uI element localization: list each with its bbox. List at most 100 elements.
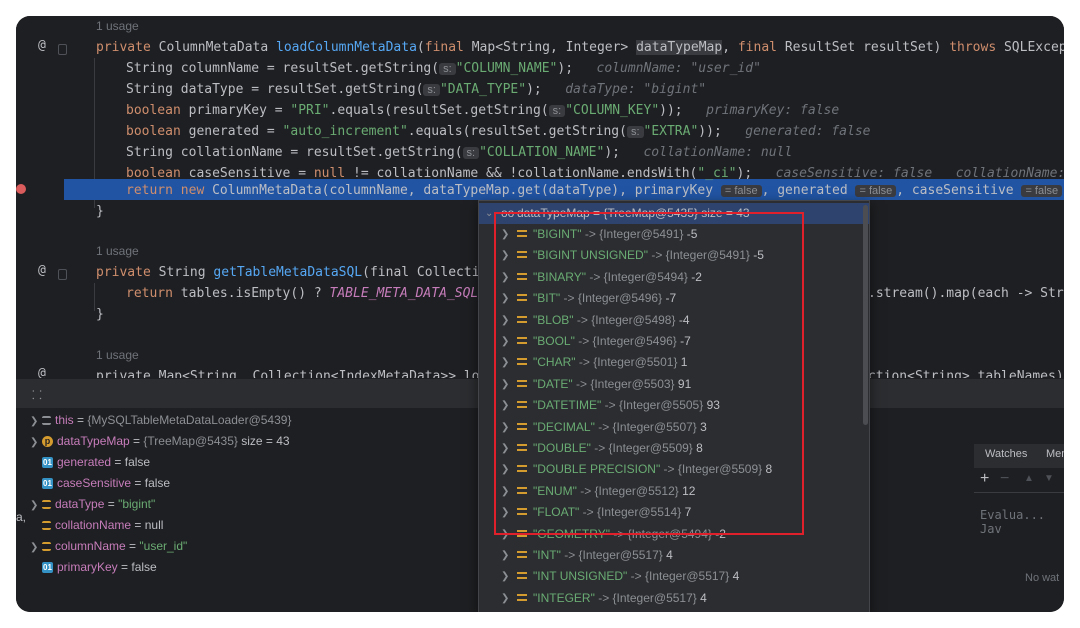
expand-arrow-icon[interactable]: ❯: [501, 267, 509, 288]
map-entry-row[interactable]: ❯ "BIT" -> {Integer@5496} -7: [479, 288, 869, 309]
map-entry-row[interactable]: ❯ "INT" -> {Integer@5517} 4: [479, 545, 869, 566]
map-entry-row[interactable]: ❯ "DATETIME" -> {Integer@5505} 93: [479, 395, 869, 416]
map-entry-text: "BLOB" -> {Integer@5498} -4: [533, 312, 690, 327]
map-entry-text: "DATE" -> {Integer@5503} 91: [533, 376, 692, 391]
map-entry-key: "BIGINT UNSIGNED": [533, 248, 648, 263]
expand-arrow-icon[interactable]: ❯: [501, 459, 509, 480]
override-annotation-icon[interactable]: @: [38, 263, 46, 278]
map-entry-row[interactable]: ❯ "BIGINT" -> {Integer@5491} -5: [479, 224, 869, 245]
map-entry-text: "FLOAT" -> {Integer@5514} 7: [533, 505, 692, 520]
expand-arrow-icon[interactable]: ❯: [30, 432, 42, 453]
map-entry-value: -5: [683, 227, 698, 241]
collapse-arrow-icon[interactable]: ⌄: [485, 203, 493, 224]
variable-inspect-popup[interactable]: ⌄ oo dataTypeMap = {TreeMap@5435} size =…: [478, 200, 870, 612]
map-entry-key: "DOUBLE PRECISION": [533, 462, 661, 477]
variable-row[interactable]: collationName = null: [42, 515, 163, 536]
map-entry-row[interactable]: ❯ "BOOL" -> {Integer@5496} -7: [479, 331, 869, 352]
expand-arrow-icon[interactable]: ❯: [501, 288, 509, 309]
map-entry-value: 91: [674, 376, 692, 391]
expand-arrow-icon[interactable]: ❯: [501, 374, 509, 395]
fold-icon[interactable]: [58, 269, 67, 280]
expand-arrow-icon[interactable]: ❯: [30, 537, 42, 558]
remove-watch-icon[interactable]: −: [1000, 470, 1009, 488]
map-entry-icon: [517, 401, 527, 409]
variable-row[interactable]: ❯ columnName = "user_id": [30, 536, 187, 557]
map-entry-text: "INT" -> {Integer@5517} 4: [533, 548, 673, 562]
map-entry-value: 4: [729, 569, 740, 584]
map-entry-row[interactable]: ❯ "DOUBLE PRECISION" -> {Integer@5509} 8: [479, 459, 869, 480]
expand-arrow-icon[interactable]: ❯: [501, 502, 509, 523]
map-entry-row[interactable]: ❯ "FLOAT" -> {Integer@5514} 7: [479, 502, 869, 523]
usage-hint[interactable]: 1 usage: [96, 16, 139, 37]
map-entry-row[interactable]: ❯ "DECIMAL" -> {Integer@5507} 3: [479, 417, 869, 438]
map-entry-object: {Integer@5509}: [608, 441, 693, 455]
map-entry-row[interactable]: ❯ "CHAR" -> {Integer@5501} 1: [479, 352, 869, 373]
add-watch-icon[interactable]: +: [980, 470, 989, 488]
map-entry-value: 8: [762, 462, 773, 477]
map-entry-text: "BOOL" -> {Integer@5496} -7: [533, 334, 691, 348]
variable-row[interactable]: ❯ dataType = "bigint": [30, 494, 155, 515]
expand-arrow-icon[interactable]: ❯: [501, 331, 509, 352]
expand-arrow-icon[interactable]: ❯: [501, 417, 509, 438]
override-annotation-icon[interactable]: @: [38, 38, 46, 53]
expand-arrow-icon[interactable]: ❯: [30, 411, 42, 432]
popup-scrollbar[interactable]: [863, 205, 868, 425]
expand-arrow-icon[interactable]: ❯: [501, 524, 509, 545]
expand-arrow-icon[interactable]: ❯: [501, 481, 509, 502]
map-entry-row[interactable]: ❯ "DOUBLE" -> {Integer@5509} 8: [479, 438, 869, 459]
code-line: }: [96, 307, 104, 322]
map-entry-value: 93: [703, 398, 720, 413]
expand-arrow-icon[interactable]: ❯: [501, 395, 509, 416]
map-entry-value: -4: [675, 312, 690, 327]
variable-row[interactable]: 01 caseSensitive = false: [42, 473, 170, 494]
evaluate-input[interactable]: Evalua... Jav: [980, 508, 1064, 536]
map-entry-row[interactable]: ❯ "DATE" -> {Integer@5503} 91: [479, 374, 869, 395]
expand-arrow-icon[interactable]: ❯: [501, 438, 509, 459]
map-entry-row[interactable]: ❯ "BIGINT UNSIGNED" -> {Integer@5491} -5: [479, 245, 869, 266]
variable-row[interactable]: ❯ this = {MySQLTableMetaDataLoader@5439}: [30, 410, 291, 431]
map-entry-text: "CHAR" -> {Integer@5501} 1: [533, 355, 688, 370]
frames-icon[interactable]: ⸬: [32, 386, 42, 403]
move-up-icon[interactable]: ▲: [1024, 473, 1034, 484]
map-entry-icon: [517, 251, 527, 259]
map-entry-row[interactable]: ❯ "BINARY" -> {Integer@5494} -2: [479, 267, 869, 288]
watch-infinity-icon: oo: [501, 206, 515, 220]
tab-watches[interactable]: Watches: [985, 448, 1027, 460]
popup-header-row[interactable]: ⌄ oo dataTypeMap = {TreeMap@5435} size =…: [479, 203, 869, 224]
expand-arrow-icon[interactable]: ❯: [501, 224, 509, 245]
expand-arrow-icon[interactable]: ❯: [501, 245, 509, 266]
map-entry-object: {Integer@5491}: [665, 248, 750, 263]
map-entry-object: {Integer@5498}: [591, 312, 676, 327]
map-entry-row[interactable]: ❯ "GEOMETRY" -> {Integer@5494} -2: [479, 524, 869, 545]
tab-memory[interactable]: Mem: [1046, 448, 1064, 460]
breakpoint-icon[interactable]: [16, 184, 26, 194]
fold-icon[interactable]: [58, 44, 67, 55]
variable-row[interactable]: ❯ p dataTypeMap = {TreeMap@5435} size = 43: [30, 431, 290, 452]
map-entry-row[interactable]: ❯ "INTEGER" -> {Integer@5517} 4: [479, 588, 869, 609]
expand-arrow-icon[interactable]: ❯: [501, 545, 509, 566]
map-entry-value: 3: [696, 419, 707, 434]
map-entry-key: "DOUBLE": [533, 441, 591, 455]
map-entry-row[interactable]: ❯ "BLOB" -> {Integer@5498} -4: [479, 310, 869, 331]
variable-row[interactable]: 01 primaryKey = false: [42, 557, 157, 578]
expand-arrow-icon[interactable]: ❯: [501, 310, 509, 331]
move-down-icon[interactable]: ▼: [1044, 473, 1054, 484]
map-entry-key: "BOOL": [533, 334, 575, 348]
usage-hint[interactable]: 1 usage: [96, 345, 139, 366]
variable-row[interactable]: 01 generated = false: [42, 452, 150, 473]
variables-panel: a, ❯ this = {MySQLTableMetaDataLoader@543…: [16, 408, 478, 612]
expand-arrow-icon[interactable]: ❯: [501, 588, 509, 609]
map-entry-row[interactable]: ❯ "INT UNSIGNED" -> {Integer@5517} 4: [479, 566, 869, 587]
map-entry-object: {Integer@5505}: [618, 398, 704, 413]
map-entry-icon: [517, 529, 527, 537]
string-icon: [42, 542, 51, 552]
usage-hint[interactable]: 1 usage: [96, 241, 139, 262]
override-annotation-icon[interactable]: @: [38, 366, 46, 378]
expand-arrow-icon[interactable]: ❯: [501, 352, 509, 373]
string-icon: [42, 500, 51, 510]
expand-arrow-icon[interactable]: ❯: [30, 495, 42, 516]
map-entry-row[interactable]: ❯ "ENUM" -> {Integer@5512} 12: [479, 481, 869, 502]
map-entry-object: {Integer@5517}: [644, 569, 730, 584]
expand-arrow-icon[interactable]: ❯: [501, 566, 509, 587]
map-entry-text: "BIGINT" -> {Integer@5491} -5: [533, 227, 698, 241]
